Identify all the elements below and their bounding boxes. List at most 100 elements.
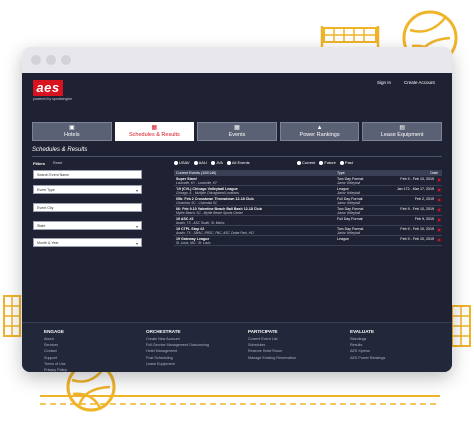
tab-events[interactable]: ▦ Events (197, 122, 277, 141)
footer-link[interactable]: Privacy Policy (44, 367, 67, 372)
event-city-input[interactable]: Event City (33, 203, 142, 212)
browser-window: aes powered by sportsengine Sign In Crea… (22, 47, 452, 372)
calendar-icon: ▦ (234, 125, 240, 131)
calendar-icon[interactable]: ▣ (437, 187, 441, 192)
state-value: State (37, 224, 46, 228)
table-row[interactable]: Super Slam! Louisville, KY - Louisville, … (174, 176, 442, 186)
tab-schedules-results[interactable]: ▦ Schedules & Results (114, 122, 195, 141)
event-type: League (337, 237, 349, 241)
event-date: Feb 2, 2019 (414, 197, 434, 201)
table-row[interactable]: 19 CTPL Stop #2 Austin, TX - SMAC, RRSC, … (174, 226, 442, 236)
calendar-icon[interactable]: ▣ (437, 217, 441, 222)
footer-link[interactable]: Lease Equipment (146, 361, 209, 367)
event-type: Full Day Format (337, 217, 363, 221)
month-year-select[interactable]: Month & Year ▾ (33, 238, 142, 247)
footer-list: About Services Contact Support Terms of Use P… (44, 336, 67, 372)
footer-list: Create New Account Full-Service Managemen… (146, 336, 209, 367)
chart-icon: ▲ (316, 125, 323, 131)
radio-jva[interactable]: JVA (210, 160, 223, 165)
filters-label: Filters (33, 161, 46, 166)
time-filter-group: Current Future Past (297, 160, 353, 165)
radio-future[interactable]: Future (319, 160, 336, 165)
event-subtype: Junior Volleyball (337, 201, 361, 206)
event-date: Feb 9 - Feb 10, 2019 (400, 207, 434, 211)
chevron-down-icon: ▾ (135, 188, 138, 193)
reset-link[interactable]: Reset (53, 161, 62, 165)
aes-logo[interactable]: aes (33, 80, 63, 96)
radio-past[interactable]: Past (339, 160, 353, 165)
event-type-select[interactable]: Event Type ▾ (33, 185, 142, 194)
calendar-icon[interactable]: ▣ (437, 227, 441, 232)
event-name-search[interactable]: Search Event Name (33, 170, 142, 179)
footer-heading: PARTICIPATE (248, 329, 278, 334)
tab-hotels[interactable]: ▣ Hotels (32, 122, 112, 141)
site-footer: ENGAGE About Services Contact Support Terms … (22, 322, 452, 372)
tab-power-rankings[interactable]: ▲ Power Rankings (279, 122, 360, 141)
radio-label: Current (302, 160, 316, 165)
event-subtype: Junior Volleyball (337, 181, 361, 186)
site-header: aes powered by sportsengine Sign In Crea… (22, 73, 452, 109)
sign-in-link[interactable]: Sign In (377, 80, 391, 85)
radio-current[interactable]: Current (297, 160, 315, 165)
calendar-icon[interactable]: ▣ (437, 207, 441, 212)
radio-label: JVA (215, 160, 223, 165)
event-location: Myrtle Beach, SC - Myrtle Beach Sports C… (176, 211, 243, 216)
tab-label: Schedules & Results (129, 132, 180, 138)
radio-icon (174, 160, 178, 165)
window-dot (31, 55, 41, 65)
tab-label: Events (228, 132, 246, 138)
radio-aau[interactable]: AAU (193, 160, 207, 165)
calendar-icon[interactable]: ▣ (437, 197, 441, 202)
org-filter-group: USAV AAU JVA All Events (174, 160, 250, 165)
footer-column-engage: ENGAGE About Services Contact Support Terms … (44, 329, 67, 372)
table-row[interactable]: 05b: Feb 2 Crosstown Throwdown 12-18 Clu… (174, 196, 442, 206)
month-year-value: Month & Year (37, 241, 59, 245)
chevron-down-icon: ▾ (135, 224, 138, 229)
event-location: Austin, TX - SMAC, RRSC, PAC, ASC Cedar … (176, 231, 255, 236)
radio-all-events[interactable]: All Events (226, 160, 250, 165)
event-location: Chicago, IL - Multiple Chicagoland Locat… (176, 191, 240, 196)
event-location: Columbia, SC - Columbia SC (176, 201, 218, 206)
event-date: Feb 9 - Feb 10, 2019 (400, 177, 434, 181)
calendar-icon[interactable]: ▣ (437, 177, 441, 182)
calendar-icon: ▦ (151, 125, 158, 131)
tab-label: Hotels (64, 132, 80, 138)
footer-link[interactable]: Manage Existing Reservation (248, 355, 296, 361)
state-select[interactable]: State ▾ (33, 221, 142, 230)
event-date: Feb 9 - Feb 10, 2019 (400, 237, 434, 241)
tab-label: Power Rankings (299, 132, 340, 138)
footer-column-evaluate: EVALUATE Standings Results AES Xpress AES P… (350, 329, 385, 361)
table-row[interactable]: 06: Feb 9-10 Valentine Beach Ball Bash 1… (174, 206, 442, 216)
footer-link[interactable]: AES Power Rankings (350, 355, 385, 361)
footer-heading: ENGAGE (44, 329, 64, 334)
footer-heading: EVALUATE (350, 329, 375, 334)
tab-lease-equipment[interactable]: ▤ Lease Equipment (362, 122, 442, 141)
net-icon (320, 26, 380, 48)
radio-icon (297, 160, 301, 165)
table-header-title: Current Events (100/146) (176, 171, 217, 175)
radio-label: Past (344, 160, 353, 165)
create-account-link[interactable]: Create Account (404, 80, 435, 85)
event-name-placeholder: Search Event Name (37, 173, 70, 177)
footer-column-participate: PARTICIPATE Current Event List Schedules R… (248, 329, 296, 361)
event-city-placeholder: Event City (37, 206, 54, 210)
radio-icon (226, 160, 231, 165)
window-dot (46, 55, 56, 65)
divider (32, 156, 442, 157)
radio-usav[interactable]: USAV (174, 160, 190, 165)
column-header-date: Date (430, 171, 438, 175)
footer-heading: ORCHESTRATE (146, 329, 181, 334)
table-row[interactable]: 19 ASC #2 Austin, TX - ASC South, St. Mar… (174, 216, 442, 226)
event-date: Feb 9, 2019 (414, 217, 434, 221)
event-location: Austin, TX - ASC South, St. Marks (176, 221, 225, 226)
event-location: Louisville, KY - Louisville, KY (176, 181, 218, 186)
tab-label: Lease Equipment (380, 132, 424, 138)
net-icon (3, 295, 21, 337)
window-titlebar (22, 47, 452, 73)
calendar-icon[interactable]: ▣ (437, 237, 441, 242)
table-row[interactable]: '19 (CVL) Chicago Volleyball League Chica… (174, 186, 442, 196)
table-body: Super Slam! Louisville, KY - Louisville, … (174, 176, 442, 246)
table-row[interactable]: 19 Gateway League St. Louis, MO - St. Lou… (174, 236, 442, 246)
footer-column-orchestrate: ORCHESTRATE Create New Account Full-Servi… (146, 329, 209, 367)
event-date: Jan 172 - Mar 17, 2019 (396, 187, 434, 191)
